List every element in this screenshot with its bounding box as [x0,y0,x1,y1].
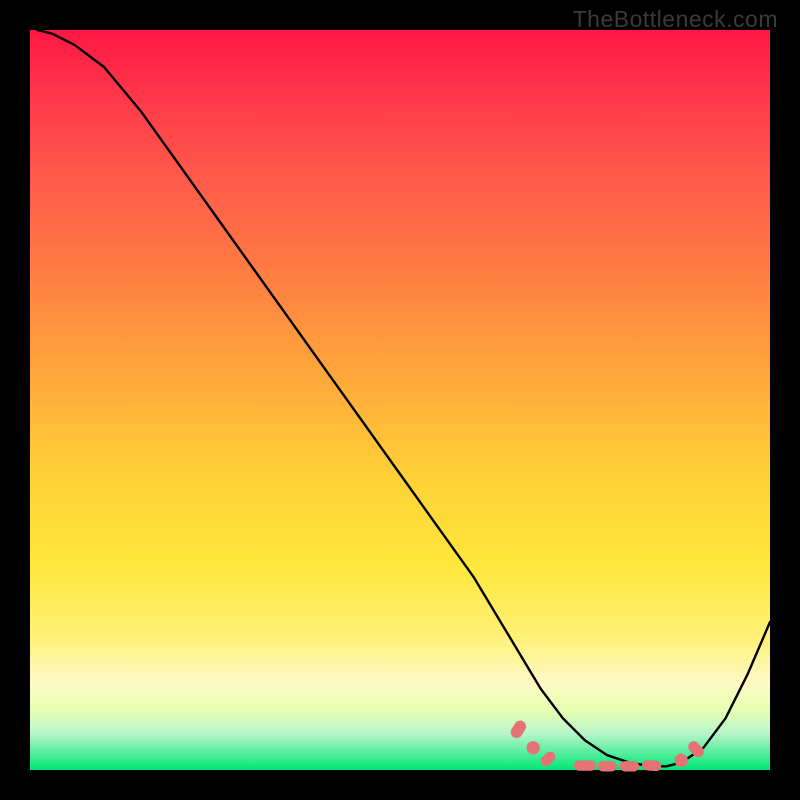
marker-bar-0 [508,718,528,740]
marker-bar-4 [598,761,617,771]
marker-bar-5 [620,761,639,771]
marker-bar-3 [574,760,596,770]
chart-frame: TheBottleneck.com [0,0,800,800]
marker-bar-2 [539,749,558,768]
marker-bar-6 [642,760,662,772]
series-bottleneck-curve [37,30,770,766]
marker-layer [508,718,706,771]
curve-layer [37,30,770,766]
marker-dot-7 [675,754,688,767]
marker-dot-1 [527,741,540,754]
chart-svg [0,0,800,800]
